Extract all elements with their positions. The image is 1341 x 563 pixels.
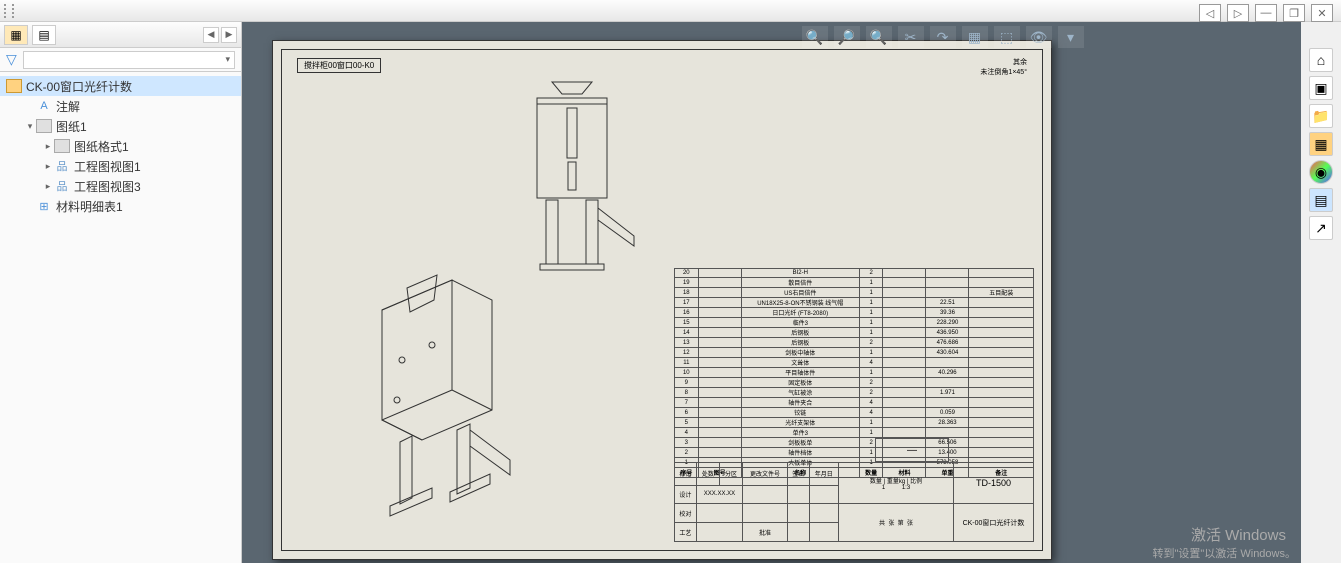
nav-fwd-button[interactable]: ▷ [1227,4,1249,22]
tree-drawing-view3[interactable]: ▸ 品 工程图视图3 [0,176,241,196]
tree-annotations[interactable]: A 注解 [0,96,241,116]
open-icon[interactable]: 📁 [1309,104,1333,128]
sheet-note: 其余 未注倒角1×45° [980,58,1027,78]
model-icon[interactable]: ▣ [1309,76,1333,100]
home-icon[interactable]: ⌂ [1309,48,1333,72]
zoom-prev-icon[interactable]: 🔍 [866,26,892,48]
nav-back-button[interactable]: ◁ [1199,4,1221,22]
caret-right-icon[interactable]: ▸ [42,141,54,152]
list-icon[interactable]: ▤ [1309,188,1333,212]
tree-sheet-format[interactable]: ▸ 图纸格式1 [0,136,241,156]
view-toolbar: 🔍 🔎 🔍 ✂ ↷ ▦ ⬚ 👁 ▾ [802,26,1084,48]
redo-icon[interactable]: ↷ [930,26,956,48]
tree-bom[interactable]: ⊞ 材料明细表1 [0,196,241,216]
drawing-view-front[interactable] [502,80,642,280]
view-icon: 品 [54,179,70,193]
tab-scroll-left[interactable]: ◀ [203,27,219,43]
zoom-fit-icon[interactable]: 🔍 [802,26,828,48]
tree-tab-feature[interactable]: ▦ [4,25,28,45]
bom-icon: ⊞ [36,199,52,213]
tree-drawing-view1[interactable]: ▸ 品 工程图视图1 [0,156,241,176]
tree-tab-bar: ▦ ▤ ◀ ▶ [0,22,241,48]
hide-show-icon[interactable]: ⬚ [994,26,1020,48]
caret-right-icon[interactable]: ▸ [42,181,54,192]
tab-scroll-right[interactable]: ▶ [221,27,237,43]
feature-tree-pane: ▦ ▤ ◀ ▶ ▽ ▾ CK-00窗口光纤计数 A 注解 ▾ 图纸1 ▸ 图纸格… [0,22,242,563]
dropdown-icon[interactable]: ▾ [1058,26,1084,48]
export-icon[interactable]: ↗ [1309,216,1333,240]
filter-dropdown[interactable]: ▾ [23,51,235,69]
zoom-area-icon[interactable]: 🔎 [834,26,860,48]
tree-sheet1[interactable]: ▾ 图纸1 [0,116,241,136]
feature-tree: CK-00窗口光纤计数 A 注解 ▾ 图纸1 ▸ 图纸格式1 ▸ 品 工程图视图… [0,72,241,220]
drawing-canvas[interactable]: 🔍 🔎 🔍 ✂ ↷ ▦ ⬚ 👁 ▾ 搅拌柜00窗口00-K0 其余 未注倒角1×… [242,22,1301,563]
view-orient-icon[interactable]: 👁 [1026,26,1052,48]
sheet-border: 搅拌柜00窗口00-K0 其余 未注倒角1×45° [281,49,1043,551]
drawing-doc-icon [6,79,22,93]
drawing-view-iso[interactable] [342,230,522,530]
filter-row: ▽ ▾ [0,48,241,72]
right-toolbar: ⌂ ▣ 📁 ▦ ◉ ▤ ↗ [1309,48,1333,240]
top-toolbar [0,0,1341,22]
appearance-icon[interactable]: ◉ [1309,160,1333,184]
caret-right-icon[interactable]: ▸ [42,161,54,172]
drawing-sheet[interactable]: 搅拌柜00窗口00-K0 其余 未注倒角1×45° [272,40,1052,560]
tree-tab-props[interactable]: ▤ [32,25,56,45]
window-controls: ◁ ▷ — ❐ ✕ [1199,4,1333,22]
close-button[interactable]: ✕ [1311,4,1333,22]
title-dash: — [875,438,949,462]
format-icon [54,139,70,153]
sheet-title-tag: 搅拌柜00窗口00-K0 [297,58,381,73]
annotation-icon: A [36,99,52,113]
sheet-icon [36,119,52,133]
bom-table[interactable]: 20BI2-H219散目倍件118US右目倍件1五目配装17UN18X25-8-… [674,268,1034,478]
display-style-icon[interactable]: ▦ [962,26,988,48]
filter-icon[interactable]: ▽ [6,51,17,68]
view-icon: 品 [54,159,70,173]
title-block: 标记处数 分区更改文件号 签名年月日 数量 | 重量kg | 比例 1 1:3 … [674,462,1034,542]
restore-button[interactable]: ❐ [1283,4,1305,22]
section-icon[interactable]: ✂ [898,26,924,48]
grip-handle[interactable] [4,4,14,18]
tree-root-label: CK-00窗口光纤计数 [26,78,132,95]
drawing-icon[interactable]: ▦ [1309,132,1333,156]
caret-down-icon[interactable]: ▾ [24,121,36,132]
minimize-button[interactable]: — [1255,4,1277,22]
tree-root[interactable]: CK-00窗口光纤计数 [0,76,241,96]
